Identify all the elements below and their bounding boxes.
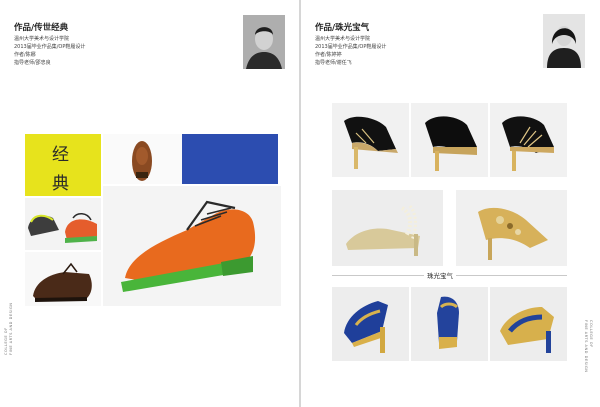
info-school: 温州大学美术与设计学院 — [14, 36, 70, 42]
colorful-shoe-image — [25, 198, 101, 250]
black-heel-image-3 — [490, 103, 567, 177]
spine-line-1: COLLEGE OF — [589, 320, 593, 348]
banner-blue-block — [182, 134, 278, 184]
info-collection: 2013届毕业作品集/OP鞋履设计 — [315, 44, 387, 50]
left-page: 作品/传世经典 温州大学美术与设计学院 2013届毕业作品集/OP鞋履设计 作者… — [0, 0, 299, 407]
blue-gold-heel-image-3 — [490, 287, 567, 361]
orange-shoe-hero-image — [103, 186, 281, 306]
info-advisor: 指导老师/邵忠良 — [14, 60, 51, 66]
jeweled-heel-image — [456, 190, 567, 266]
banner-char-1: 经 — [52, 145, 69, 165]
info-author: 作者/陈婷婷 — [315, 52, 342, 58]
info-collection: 2013届毕业作品集/OP鞋履设计 — [14, 44, 86, 50]
author-portrait — [543, 14, 585, 68]
pearl-heel-image — [332, 190, 443, 266]
banner-yellow-block: 经 典 — [25, 134, 101, 196]
right-page: 作品/珠光宝气 温州大学美术与设计学院 2013届毕业作品集/OP鞋履设计 作者… — [301, 0, 600, 407]
spine-line-2: FINE ARTS AND DESIGN — [9, 302, 13, 355]
left-page-title: 作品/传世经典 — [14, 23, 69, 33]
author-portrait — [243, 15, 285, 69]
right-page-info: 温州大学美术与设计学院 2013届毕业作品集/OP鞋履设计 作者/陈婷婷 指导老… — [315, 35, 386, 67]
right-page-title: 作品/珠光宝气 — [315, 23, 370, 33]
left-page-info: 温州大学美术与设计学院 2013届毕业作品集/OP鞋履设计 作者/陈娜 指导老师… — [14, 35, 85, 67]
section-label: 珠光宝气 — [424, 270, 456, 280]
info-school: 温州大学美术与设计学院 — [315, 36, 371, 42]
black-heel-image-1 — [332, 103, 409, 177]
black-heel-image-2 — [411, 103, 488, 177]
blue-gold-heel-image-1 — [332, 287, 409, 361]
info-author: 作者/陈娜 — [14, 52, 36, 58]
left-spine-text: COLLEGE OF FINE ARTS AND DESIGN — [4, 303, 14, 355]
banner-char-2: 典 — [52, 174, 69, 194]
dark-shoe-image — [25, 252, 101, 306]
blue-gold-heel-image-2 — [411, 287, 488, 361]
right-spine-text: COLLEGE OF FINE ARTS AND DESIGN — [583, 320, 593, 372]
spine-line-2: FINE ARTS AND DESIGN — [584, 320, 588, 373]
brown-shoe-small-image — [103, 134, 182, 184]
info-advisor: 指导老师/谢任飞 — [315, 60, 352, 66]
